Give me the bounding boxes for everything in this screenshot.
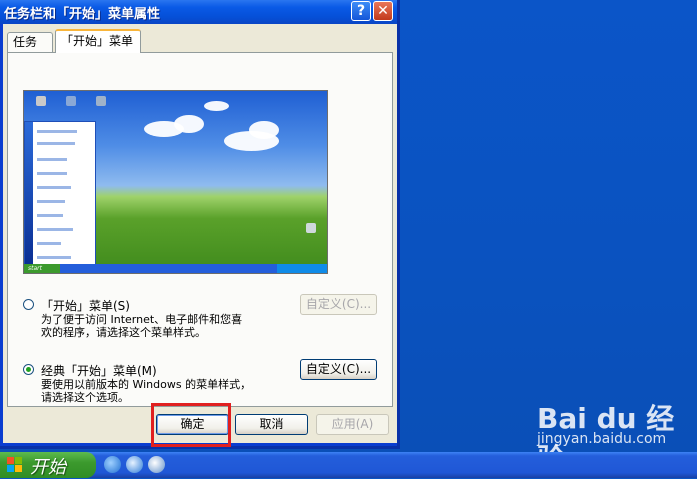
- my-computer-icon: [66, 96, 76, 106]
- menu-line: [37, 186, 71, 189]
- preview-start-button: start: [24, 264, 60, 273]
- menu-line: [37, 242, 61, 245]
- cancel-button[interactable]: 取消: [235, 414, 308, 435]
- close-icon: ✕: [377, 3, 389, 19]
- start-menu-radio[interactable]: [23, 299, 34, 310]
- preview-taskbar: start: [24, 264, 327, 273]
- preview-tray: [277, 264, 327, 273]
- cloud-shape: [249, 121, 279, 139]
- preview-classic-start-menu: [24, 121, 96, 265]
- classic-start-menu-radio[interactable]: [23, 364, 34, 375]
- help-icon: ?: [356, 3, 366, 19]
- cloud-shape: [204, 101, 229, 111]
- menu-line: [37, 142, 75, 145]
- start-button[interactable]: 开始: [0, 452, 96, 478]
- menu-line: [37, 200, 65, 203]
- close-button[interactable]: ✕: [373, 1, 393, 21]
- recycle-bin-icon: [306, 223, 316, 233]
- start-menu-preview-image: start: [23, 90, 328, 274]
- network-icon: [96, 96, 106, 106]
- start-menu-description: 为了便于访问 Internet、电子邮件和您喜 欢的程序，请选择这个菜单样式。: [41, 313, 242, 339]
- menu-line: [37, 172, 67, 175]
- start-menu-desc-line2: 欢的程序，请选择这个菜单样式。: [41, 326, 206, 339]
- cloud-shape: [174, 115, 204, 133]
- menu-line: [37, 214, 63, 217]
- classic-start-menu-label[interactable]: 经典「开始」菜单(M): [41, 362, 157, 379]
- ok-button-highlight: [151, 403, 231, 447]
- start-menu-desc-line1: 为了便于访问 Internet、电子邮件和您喜: [41, 313, 243, 326]
- my-documents-icon: [36, 96, 46, 106]
- start-button-label: 开始: [30, 457, 66, 478]
- taskbar-start-menu-properties-dialog: 任务栏和「开始」菜单属性 ? ✕ 任务栏 「开始」菜单: [0, 0, 400, 449]
- window-title: 任务栏和「开始」菜单属性: [4, 7, 161, 22]
- show-desktop-icon[interactable]: [126, 456, 143, 473]
- baidu-watermark-url: jingyan.baidu.com: [537, 431, 667, 447]
- menu-line: [37, 158, 67, 161]
- classic-desc-line1: 要使用以前版本的 Windows 的菜单样式，: [41, 378, 252, 391]
- taskbar: 开始: [0, 452, 697, 478]
- radio-selected-dot: [26, 367, 31, 372]
- tab-taskbar[interactable]: 任务栏: [7, 32, 53, 68]
- start-menu-label[interactable]: 「开始」菜单(S): [41, 297, 130, 314]
- apply-button[interactable]: 应用(A): [316, 414, 389, 435]
- help-button[interactable]: ?: [351, 1, 371, 21]
- dialog-client-area: 任务栏 「开始」菜单: [3, 24, 397, 443]
- classic-start-menu-description: 要使用以前版本的 Windows 的菜单样式， 请选择这个选项。: [41, 378, 251, 404]
- menu-line: [37, 130, 77, 133]
- internet-explorer-icon[interactable]: [104, 456, 121, 473]
- classic-customize-button[interactable]: 自定义(C)...: [300, 359, 377, 380]
- menu-side-banner: [25, 122, 33, 264]
- tab-start-menu[interactable]: 「开始」菜单: [55, 29, 141, 53]
- title-bar[interactable]: 任务栏和「开始」菜单属性 ? ✕: [0, 0, 397, 24]
- windows-flag-icon: [7, 457, 23, 473]
- tab-panel: start 「开始」菜单(S) 为了便于访问 Internet、电子邮件和您喜 …: [7, 52, 393, 407]
- outlook-express-icon[interactable]: [148, 456, 165, 473]
- menu-line: [37, 256, 71, 259]
- menu-line: [37, 228, 73, 231]
- start-menu-customize-button[interactable]: 自定义(C)...: [300, 294, 377, 315]
